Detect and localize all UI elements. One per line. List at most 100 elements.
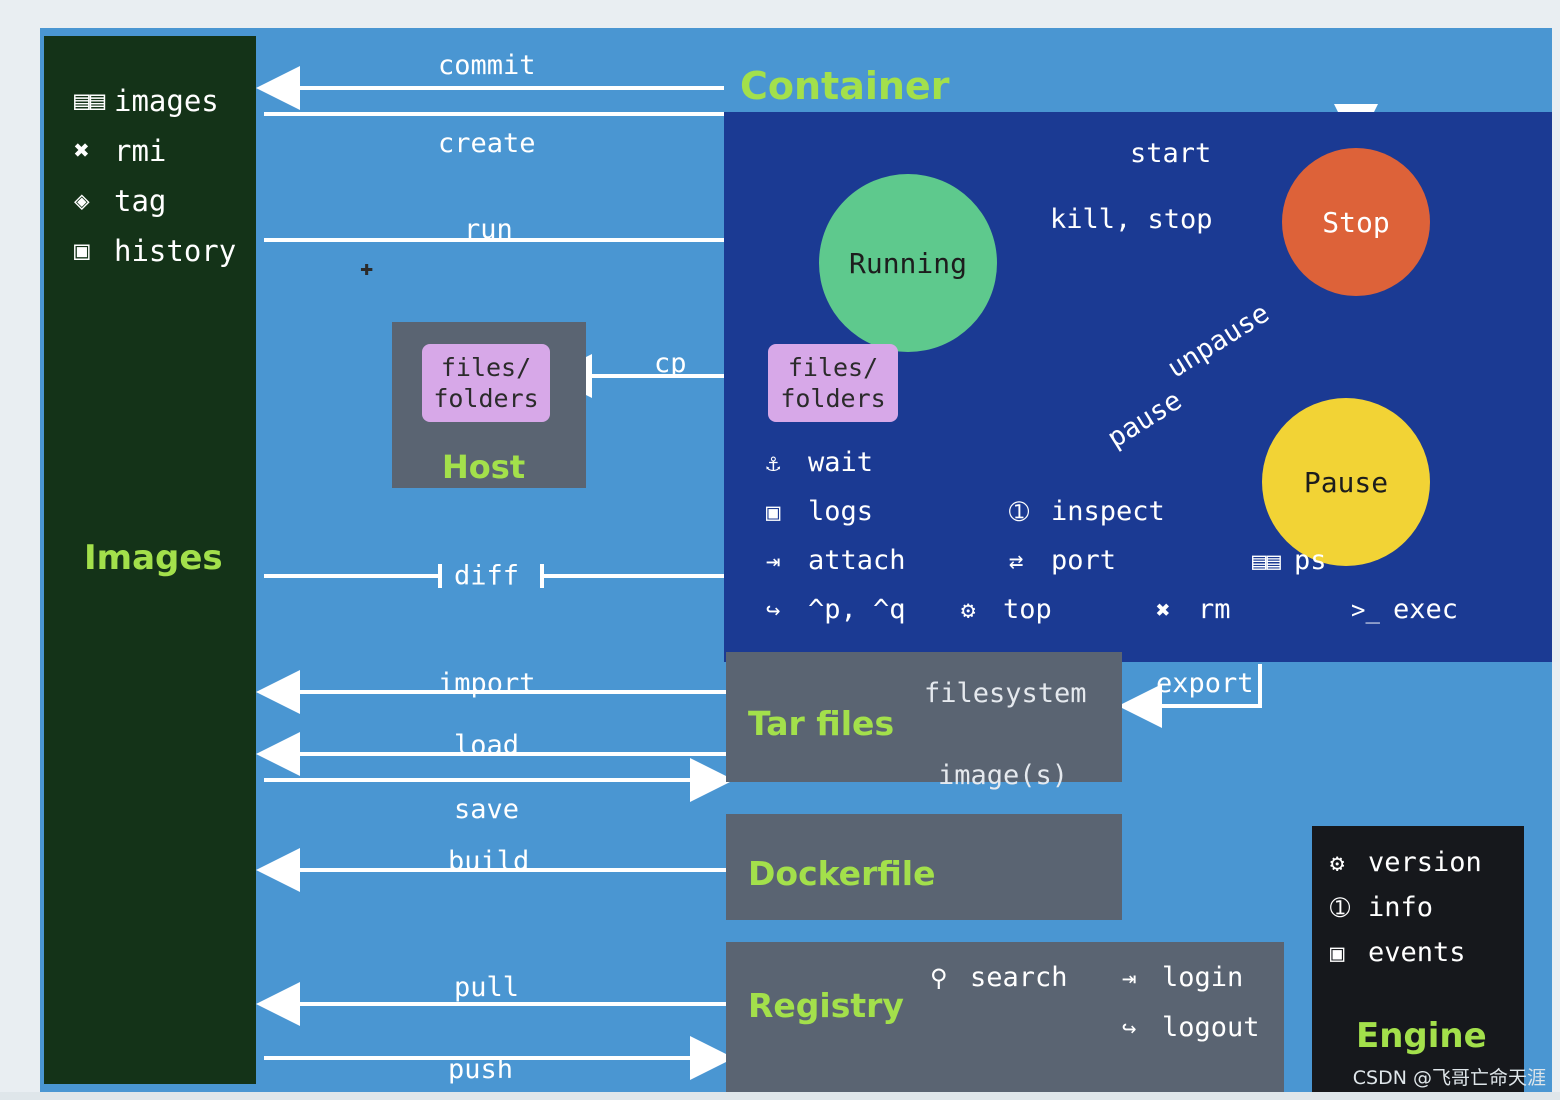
files-folders-line2: folders [780,384,886,413]
mouse-cursor-icon: ✚ [360,256,374,281]
diagram-canvas: ▤▤ images ✖ rmi ◈ tag ▣ history Images C… [40,28,1552,1092]
engine-command-label: events [1368,937,1466,968]
container-command-logs[interactable]: ▣ logs [766,496,1009,527]
files-folders-line1: files/ [440,353,532,382]
registry-command-login[interactable]: ⇥ login [1122,962,1243,993]
images-command-label: images [114,84,219,118]
edge-label-build: build [448,846,530,877]
registry-command-label: search [970,962,1068,993]
container-command-exec[interactable]: >_ exec [1351,594,1546,625]
container-panel-title: Container [740,64,950,108]
list-icon: ▤▤ [74,86,106,116]
images-command-label: rmi [114,134,167,168]
state-stop[interactable]: Stop [1282,148,1430,296]
page-margin-bottom [0,1092,1560,1100]
page-margin-right [1552,0,1560,1100]
container-command-label: wait [808,447,874,478]
container-command-attach[interactable]: ⇥ attach [766,545,1009,576]
edge-label-push: push [448,1054,514,1085]
info-icon: ➀ [1330,893,1351,922]
files-folders-line2: folders [433,384,539,413]
container-command-label: top [1003,594,1052,625]
container-command-label: port [1051,545,1117,576]
document-icon: ▣ [74,236,90,266]
tar-files-title: Tar files [748,704,895,743]
document-icon: ▣ [766,497,781,526]
state-label: Stop [1322,205,1390,239]
images-command-list: ▤▤ images ✖ rmi ◈ tag ▣ history [74,76,236,276]
page-margin-left [0,0,40,1100]
edge-label-load: load [454,730,520,761]
container-command-inspect[interactable]: ➀ inspect [1009,496,1252,527]
tar-files-line1: filesystem [924,678,1087,709]
edge-label-start: start [1130,138,1212,169]
attach-arrow-icon: ⇥ [766,546,781,575]
edge-label-kill-stop: kill, stop [1050,204,1213,235]
engine-command-label: info [1368,892,1434,923]
anchor-icon: ⚓ [766,448,781,477]
edge-label-diff: diff [454,560,520,592]
info-icon: ➀ [1009,497,1030,526]
edge-label-cp: cp [654,348,687,379]
gear-icon: ⚙ [1330,848,1345,877]
registry-command-logout[interactable]: ↪ logout [1122,1012,1260,1043]
engine-title: Engine [1356,1016,1487,1056]
container-command-label: rm [1198,594,1231,625]
container-command-row: ⇥ attach ⇄ port ▤▤ ps [766,536,1546,585]
images-panel-title: Images [84,538,223,578]
logout-icon: ↪ [1122,1013,1137,1042]
container-command-ps[interactable]: ▤▤ ps [1252,545,1495,576]
edge-label-run: run [464,214,513,245]
host-files-folders: files/ folders [422,344,550,422]
edge-label-pull: pull [454,972,520,1003]
page-margin-top [0,0,1560,28]
images-command-tag[interactable]: ◈ tag [74,176,236,226]
terminal-icon: >_ [1351,595,1380,624]
container-files-folders: files/ folders [768,344,898,422]
container-command-wait[interactable]: ⚓ wait [766,447,1009,478]
dockerfile-title: Dockerfile [748,854,936,893]
container-command-row: ⚓ wait [766,438,1546,487]
port-swap-icon: ⇄ [1009,546,1024,575]
watermark: CSDN @飞哥亡命天涯 [1352,1067,1546,1089]
registry-command-label: login [1162,962,1244,993]
container-command-port[interactable]: ⇄ port [1009,545,1252,576]
registry-command-label: logout [1162,1012,1260,1043]
edge-label-export: export [1156,668,1254,699]
login-icon: ⇥ [1122,963,1137,992]
files-folders-line1: files/ [787,353,879,382]
engine-command-label: version [1368,847,1482,878]
container-command-rm[interactable]: ✖ rm [1156,594,1351,625]
search-icon: ⚲ [930,963,948,992]
engine-command-list: ⚙ version ➀ info ▣ events [1330,840,1482,975]
container-command-label: attach [808,545,906,576]
images-command-images[interactable]: ▤▤ images [74,76,236,126]
container-command-detach-keys[interactable]: ↪ ^p, ^q [766,594,961,625]
engine-command-info[interactable]: ➀ info [1330,885,1482,930]
container-command-label: exec [1393,594,1459,625]
images-command-label: history [114,234,237,268]
x-mark-icon: ✖ [1156,595,1171,624]
container-command-top[interactable]: ⚙ top [961,594,1156,625]
document-icon: ▣ [1330,938,1345,967]
state-running[interactable]: Running [819,174,997,352]
engine-command-events[interactable]: ▣ events [1330,930,1482,975]
state-label: Running [848,246,967,280]
images-command-rmi[interactable]: ✖ rmi [74,126,236,176]
edge-label-commit: commit [438,50,536,81]
container-command-row: ↪ ^p, ^q ⚙ top ✖ rm >_ exec [766,585,1546,634]
x-mark-icon: ✖ [74,136,90,166]
host-panel-title: Host [442,448,526,486]
edge-label-save: save [454,794,520,825]
container-command-row: ▣ logs ➀ inspect [766,487,1546,536]
registry-command-search[interactable]: ⚲ search [930,962,1068,993]
gears-icon: ⚙ [961,595,976,624]
container-command-grid: ⚓ wait ▣ logs ➀ inspect ⇥ attach ⇄ port … [766,438,1546,634]
tar-files-line2: image(s) [938,760,1069,791]
engine-command-version[interactable]: ⚙ version [1330,840,1482,885]
images-command-history[interactable]: ▣ history [74,226,236,276]
exit-icon: ↪ [766,595,781,624]
list-icon: ▤▤ [1252,546,1281,575]
images-command-label: tag [114,184,167,218]
registry-title: Registry [748,986,904,1025]
